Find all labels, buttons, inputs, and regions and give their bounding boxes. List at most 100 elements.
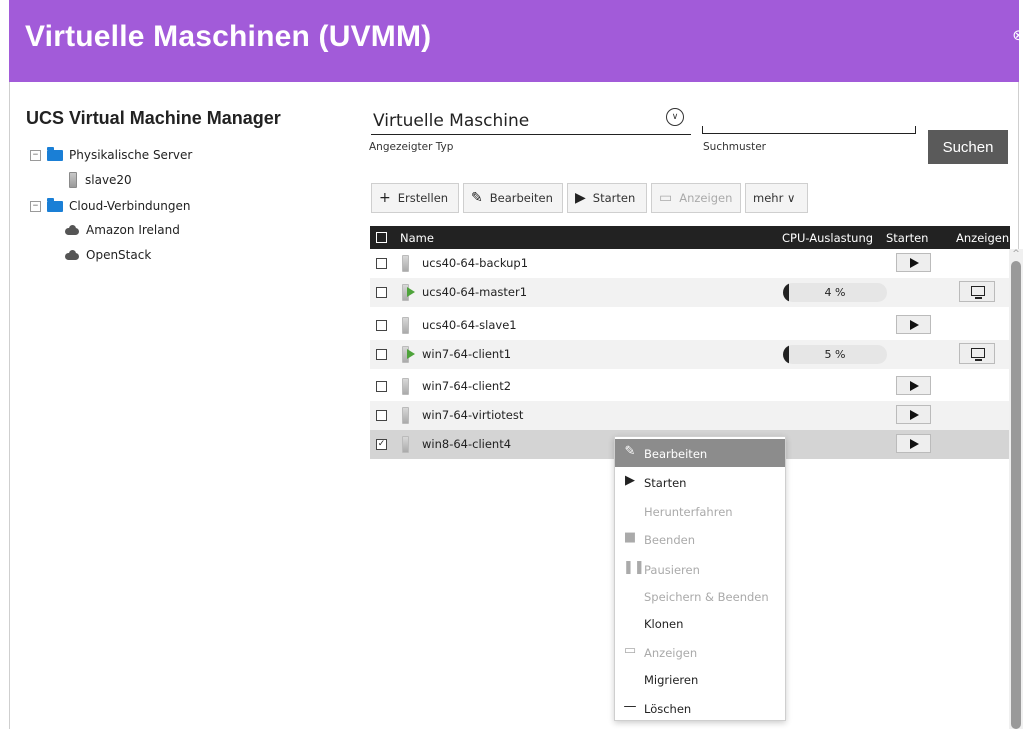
- table-row[interactable]: win7-64-client1 5 %: [370, 340, 1009, 369]
- tree-label: Physikalische Server: [69, 148, 193, 162]
- header-bar: Virtuelle Maschinen (UVMM) ⊗: [9, 0, 1025, 82]
- edit-button-label: Bearbeiten: [489, 191, 553, 205]
- scroll-up-icon[interactable]: ^: [1011, 249, 1021, 259]
- edit-button[interactable]: ✎ Bearbeiten: [463, 183, 563, 213]
- tree-label: slave20: [85, 173, 132, 187]
- collapse-toggle-icon[interactable]: −: [30, 200, 41, 212]
- menu-item-label: Anzeigen: [644, 646, 698, 660]
- row-view-button[interactable]: [959, 281, 995, 302]
- row-checkbox[interactable]: [376, 320, 387, 331]
- scroll-thumb[interactable]: [1011, 261, 1021, 729]
- row-checkbox[interactable]: [376, 258, 387, 269]
- row-checkbox[interactable]: [376, 381, 387, 392]
- row-start-button[interactable]: [896, 376, 931, 395]
- menu-item-label: Starten: [644, 476, 687, 490]
- cpu-usage-text: 4 %: [824, 286, 846, 299]
- search-input[interactable]: [702, 126, 916, 134]
- tree-item-physical-servers[interactable]: − Physikalische Server: [30, 146, 192, 164]
- menu-item-label: Pausieren: [644, 563, 700, 577]
- plus-icon: +: [379, 190, 391, 206]
- vm-name: win7-64-virtiotest: [422, 408, 524, 422]
- row-checkbox[interactable]: ✓: [376, 439, 387, 450]
- row-start-button[interactable]: [896, 253, 931, 272]
- close-icon[interactable]: ⊗: [1011, 28, 1026, 43]
- row-checkbox[interactable]: [376, 410, 387, 421]
- menu-item-view[interactable]: ▭ Anzeigen: [615, 638, 785, 666]
- type-select[interactable]: Virtuelle Maschine ∨: [371, 108, 691, 135]
- menu-item-start[interactable]: ▶ Starten: [615, 468, 785, 496]
- menu-item-label: Herunterfahren: [644, 505, 733, 519]
- running-badge-icon: [407, 287, 415, 297]
- vm-name: ucs40-64-slave1: [422, 318, 517, 332]
- table-row[interactable]: ucs40-64-backup1: [370, 249, 1009, 278]
- table-row[interactable]: ucs40-64-slave1: [370, 311, 1009, 340]
- view-button[interactable]: ▭ Anzeigen: [651, 183, 741, 213]
- start-button[interactable]: ▶ Starten: [567, 183, 647, 213]
- grid-scrollbar[interactable]: ^: [1009, 249, 1023, 729]
- cpu-usage-bar: 4 %: [783, 283, 887, 302]
- column-header-cpu[interactable]: CPU-Auslastung: [782, 231, 873, 245]
- view-button-label: Anzeigen: [679, 191, 733, 205]
- table-row[interactable]: win7-64-client2: [370, 372, 1009, 401]
- menu-item-save-stop[interactable]: Speichern & Beenden: [615, 582, 785, 610]
- column-header-name[interactable]: Name: [400, 231, 434, 245]
- collapse-toggle-icon[interactable]: −: [30, 149, 41, 161]
- menu-item-label: Beenden: [644, 533, 695, 547]
- vm-name: ucs40-64-master1: [422, 285, 528, 299]
- tree-label: Amazon Ireland: [86, 223, 180, 237]
- row-checkbox[interactable]: [376, 287, 387, 298]
- pencil-icon: ✎: [471, 190, 483, 206]
- row-start-button[interactable]: [896, 434, 931, 453]
- type-select-value: Virtuelle Maschine: [373, 111, 530, 131]
- create-button[interactable]: + Erstellen: [371, 183, 459, 213]
- server-icon: [69, 172, 77, 188]
- more-button-label: mehr ∨: [753, 191, 796, 205]
- folder-icon: [47, 146, 63, 161]
- table-row[interactable]: ucs40-64-master1 4 %: [370, 278, 1009, 307]
- tree-item-openstack[interactable]: OpenStack: [64, 246, 151, 264]
- tree-item-amazon-ireland[interactable]: Amazon Ireland: [64, 221, 180, 239]
- row-checkbox[interactable]: [376, 349, 387, 360]
- menu-item-clone[interactable]: Klonen: [615, 609, 785, 637]
- select-all-checkbox[interactable]: [376, 232, 387, 243]
- search-button[interactable]: Suchen: [928, 130, 1008, 164]
- chevron-down-icon[interactable]: ∨: [666, 108, 684, 126]
- cpu-usage-bar: 5 %: [783, 345, 887, 364]
- table-row[interactable]: win7-64-virtiotest: [370, 401, 1009, 430]
- cloud-icon: [64, 250, 80, 260]
- menu-item-shutdown[interactable]: Herunterfahren: [615, 497, 785, 525]
- menu-item-pause[interactable]: ❚❚ Pausieren: [615, 555, 785, 583]
- cloud-icon: [64, 225, 80, 235]
- tree-item-slave20[interactable]: slave20: [69, 171, 132, 189]
- minus-icon: —: [623, 699, 637, 714]
- vm-icon: [402, 407, 409, 424]
- column-header-view[interactable]: Anzeigen: [956, 231, 1009, 245]
- pencil-icon: ✎: [624, 444, 636, 459]
- vm-name: ucs40-64-backup1: [422, 256, 529, 270]
- menu-item-delete[interactable]: — Löschen: [615, 694, 785, 722]
- search-input-label: Suchmuster: [703, 141, 766, 153]
- vm-icon: [402, 255, 409, 272]
- monitor-icon: [971, 286, 985, 299]
- row-start-button[interactable]: [896, 405, 931, 424]
- row-start-button[interactable]: [896, 315, 931, 334]
- row-view-button[interactable]: [959, 343, 995, 364]
- play-icon: ▶: [575, 190, 586, 206]
- more-button[interactable]: mehr ∨: [745, 183, 808, 213]
- vm-name: win8-64-client4: [422, 437, 512, 451]
- tree-label: OpenStack: [86, 248, 152, 262]
- sidebar-title: UCS Virtual Machine Manager: [26, 108, 281, 128]
- menu-item-stop[interactable]: ■ Beenden: [615, 525, 785, 553]
- column-header-start[interactable]: Starten: [886, 231, 928, 245]
- menu-item-label: Löschen: [644, 702, 692, 716]
- menu-item-label: Klonen: [644, 617, 684, 631]
- play-icon: ▶: [625, 473, 635, 488]
- menu-item-label: Speichern & Beenden: [644, 590, 769, 604]
- grid-header: Name CPU-Auslastung Starten Anzeigen: [370, 226, 1010, 249]
- monitor-icon: ▭: [659, 190, 673, 206]
- menu-item-edit[interactable]: ✎ Bearbeiten: [615, 439, 785, 467]
- start-button-label: Starten: [592, 191, 636, 205]
- tree-item-cloud-connections[interactable]: − Cloud-Verbindungen: [30, 197, 191, 215]
- menu-item-migrate[interactable]: Migrieren: [615, 665, 785, 693]
- vm-icon: [402, 378, 409, 395]
